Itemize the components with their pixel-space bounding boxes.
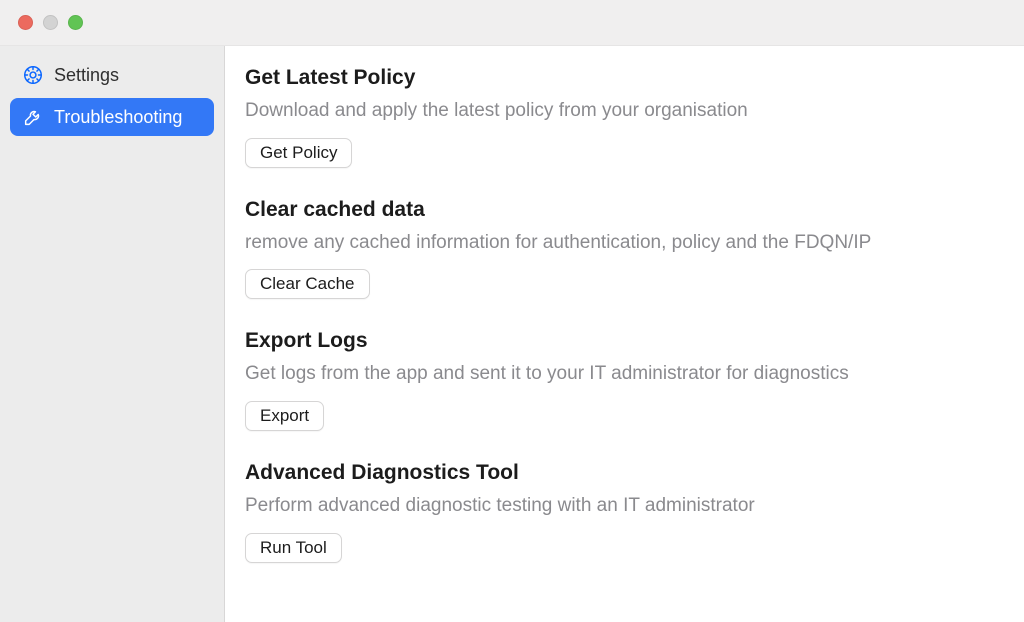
window-controls [18,15,83,30]
export-button[interactable]: Export [245,401,324,431]
section-export-logs: Export Logs Get logs from the app and se… [245,329,994,431]
sidebar-item-troubleshooting[interactable]: Troubleshooting [10,98,214,136]
section-description: Perform advanced diagnostic testing with… [245,493,994,519]
maximize-window-button[interactable] [68,15,83,30]
content-pane: Get Latest Policy Download and apply the… [225,46,1024,622]
clear-cache-button[interactable]: Clear Cache [245,269,370,299]
sidebar-item-settings[interactable]: Settings [10,56,214,94]
section-title: Get Latest Policy [245,66,994,90]
section-clear-cached-data: Clear cached data remove any cached info… [245,198,994,300]
sidebar-item-label: Settings [54,65,202,86]
app-body: Settings Troubleshooting Get Latest Poli… [0,46,1024,622]
section-advanced-diagnostics: Advanced Diagnostics Tool Perform advanc… [245,461,994,563]
minimize-window-button[interactable] [43,15,58,30]
get-policy-button[interactable]: Get Policy [245,138,352,168]
sidebar-item-label: Troubleshooting [54,107,202,128]
section-description: Download and apply the latest policy fro… [245,98,994,124]
section-title: Export Logs [245,329,994,353]
app-window: Settings Troubleshooting Get Latest Poli… [0,0,1024,622]
section-get-latest-policy: Get Latest Policy Download and apply the… [245,66,994,168]
section-description: remove any cached information for authen… [245,230,994,256]
section-title: Advanced Diagnostics Tool [245,461,994,485]
section-description: Get logs from the app and sent it to you… [245,361,994,387]
sidebar: Settings Troubleshooting [0,46,225,622]
titlebar [0,0,1024,46]
wrench-icon [22,106,44,128]
gear-icon [22,64,44,86]
close-window-button[interactable] [18,15,33,30]
run-tool-button[interactable]: Run Tool [245,533,342,563]
section-title: Clear cached data [245,198,994,222]
